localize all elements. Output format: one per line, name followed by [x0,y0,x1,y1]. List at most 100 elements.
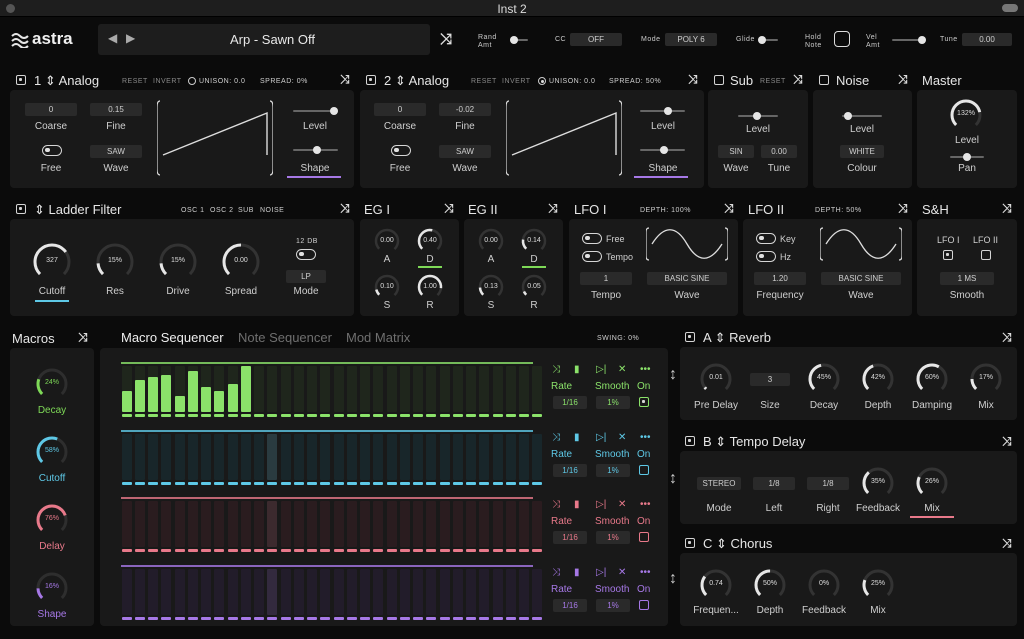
filter-res-knob[interactable]: 15% [94,241,136,283]
seq-lane-3-step[interactable] [267,501,277,547]
seq-lane-3-step[interactable] [188,501,198,547]
seq-lane-3-step[interactable] [440,501,450,547]
seq-lane-2-step[interactable] [479,434,489,480]
hold-note-toggle[interactable] [834,31,850,47]
osc1-reset[interactable]: RESET [122,78,148,85]
seq-lane-3-step[interactable] [320,501,330,547]
filter-src-osc2[interactable]: OSC 2 [210,207,234,214]
delay-drag-handle[interactable]: ↕ [669,470,677,488]
glide-slider[interactable] [758,36,778,44]
osc2-level-slider[interactable] [640,107,685,115]
delay-mode-value[interactable]: STEREO [697,477,741,490]
seq-lane-1-step[interactable] [426,366,436,412]
osc1-free-toggle[interactable] [42,145,62,156]
noise-enable-checkbox[interactable] [819,75,829,85]
noise-colour-value[interactable]: WHITE [840,145,884,158]
chorus-feedback-knob[interactable]: 0% [806,567,842,603]
seq-lane-4-step[interactable] [122,569,132,615]
eg2-decay-knob[interactable]: 0.14 [520,227,548,255]
seq-lane-4-step[interactable] [373,569,383,615]
chorus-randomize-icon[interactable]: ⤨ [1002,536,1012,551]
seq-lane-1-step[interactable] [334,366,344,412]
filter-randomize-icon[interactable]: ⤨ [340,201,350,216]
seq-lane-2-step[interactable] [294,434,304,480]
randomize-icon[interactable]: ⤨ [440,31,452,48]
seq-lane-1-step[interactable] [479,366,489,412]
reverb-drag-handle[interactable]: ↕ [669,366,677,384]
seq-lane-3-step[interactable] [201,501,211,547]
reverb-predelay-knob[interactable]: 0.01 [698,361,734,397]
seq-lane-1-step[interactable] [466,366,476,412]
seq-lane-2-step[interactable] [201,434,211,480]
osc2-unison-radio[interactable] [538,77,546,85]
chorus-drag-handle[interactable]: ↕ [669,570,677,588]
osc2-free-toggle[interactable] [391,145,411,156]
filter-src-noise[interactable]: NOISE [260,207,284,214]
seq-lane-1-clear-icon[interactable]: ✕ [618,364,626,375]
seq-lane-2-step[interactable] [360,434,370,480]
sub-enable-checkbox[interactable] [714,75,724,85]
sh-lfo2-checkbox[interactable] [981,250,991,260]
seq-lane-2-rate-value[interactable]: 1/16 [553,464,587,477]
osc1-coarse-value[interactable]: 0 [25,103,77,116]
chorus-depth-knob[interactable]: 50% [752,567,788,603]
eg2-sustain-knob[interactable]: 0.13 [477,273,505,301]
seq-lane-2-step[interactable] [334,434,344,480]
seq-lane-1-step[interactable] [320,366,330,412]
osc1-shape-slider[interactable] [293,146,338,154]
seq-lane-4-step[interactable] [267,569,277,615]
delay-title[interactable]: B ⇕ Tempo Delay [703,434,805,450]
seq-lane-4-clear-icon[interactable]: ✕ [618,567,626,578]
sub-reset[interactable]: RESET [760,78,786,85]
seq-lane-3-step[interactable] [228,501,238,547]
sub-wave-value[interactable]: SIN [718,145,754,158]
seq-lane-2-range-bar[interactable] [121,430,533,432]
delay-feedback-knob[interactable]: 35% [860,465,896,501]
seq-lane-2-step[interactable] [320,434,330,480]
tab-mod-matrix[interactable]: Mod Matrix [346,330,410,345]
seq-lane-2-step[interactable] [440,434,450,480]
osc2-enable-checkbox[interactable] [366,75,376,85]
seq-lane-4-step[interactable] [175,569,185,615]
seq-lane-3-more-icon[interactable]: ••• [640,499,651,510]
macro-1-knob[interactable]: 24% [34,366,70,402]
osc1-wave-value[interactable]: SAW [90,145,142,158]
seq-lane-4-step[interactable] [334,569,344,615]
tune-value[interactable]: 0.00 [962,33,1012,46]
seq-lane-4-step[interactable] [320,569,330,615]
seq-lane-1-step[interactable] [413,366,423,412]
lfo2-frequency-value[interactable]: 1.20 [754,272,806,285]
seq-lane-2-step[interactable] [241,434,251,480]
seq-lane-4-step[interactable] [519,569,529,615]
seq-lane-2-step[interactable] [122,434,132,480]
seq-lane-3-step[interactable] [334,501,344,547]
seq-lane-4-step[interactable] [347,569,357,615]
eg1-sustain-knob[interactable]: 0.10 [373,273,401,301]
seq-lane-1-step[interactable] [387,366,397,412]
filter-db-toggle[interactable] [296,249,316,260]
reverb-damping-knob[interactable]: 60% [914,361,950,397]
filter-cutoff-knob[interactable]: 327 [31,241,73,283]
filter-drive-knob[interactable]: 15% [157,241,199,283]
osc2-reset[interactable]: RESET [471,78,497,85]
seq-lane-1-step[interactable] [532,366,542,412]
seq-lane-1-step[interactable] [453,366,463,412]
seq-lane-1-step[interactable] [267,366,277,412]
seq-lane-3-step[interactable] [413,501,423,547]
seq-lane-4-step[interactable] [148,569,158,615]
osc1-fine-value[interactable]: 0.15 [90,103,142,116]
osc1-invert[interactable]: INVERT [153,78,182,85]
seq-lane-1-more-icon[interactable]: ••• [640,364,651,375]
master-level-knob[interactable]: 132% [948,97,984,133]
seq-lane-3-rate-value[interactable]: 1/16 [553,531,587,544]
seq-lane-2-step[interactable] [228,434,238,480]
sh-randomize-icon[interactable]: ⤨ [1002,201,1012,216]
macro-4-knob[interactable]: 16% [34,570,70,606]
preset-next-icon[interactable]: ▶ [126,31,135,45]
reverb-size-value[interactable]: 3 [750,373,790,386]
sh-smooth-value[interactable]: 1 MS [940,272,994,285]
seq-lane-4-step[interactable] [254,569,264,615]
seq-lane-1-step[interactable] [281,366,291,412]
sub-level-slider[interactable] [738,112,778,120]
seq-lane-4-on-checkbox[interactable] [639,600,649,610]
